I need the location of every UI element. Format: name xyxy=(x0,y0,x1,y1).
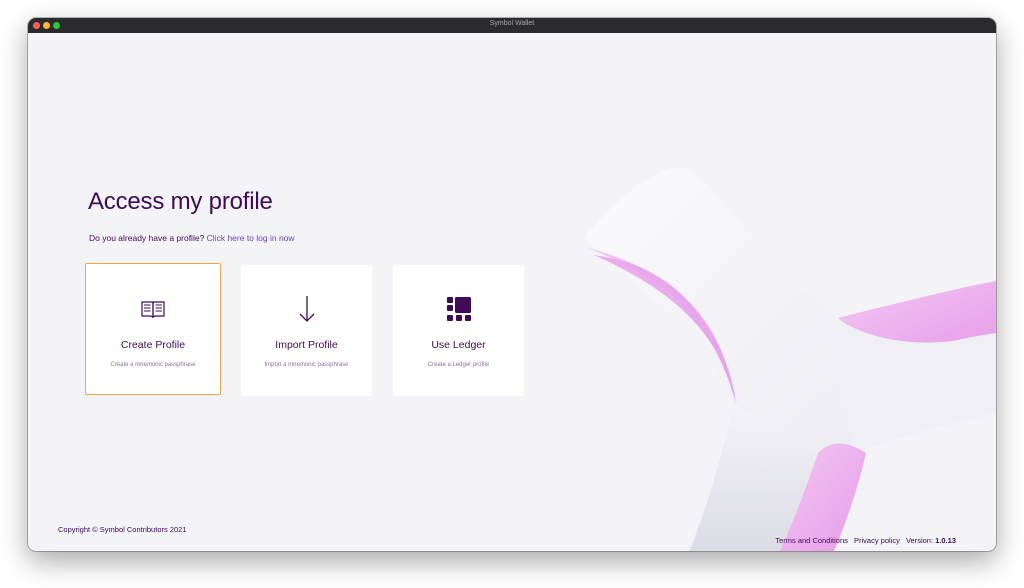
card-title: Import Profile xyxy=(275,339,338,351)
page-title: Access my profile xyxy=(88,188,273,215)
card-title: Use Ledger xyxy=(431,339,486,351)
login-prompt: Do you already have a profile? Click her… xyxy=(89,233,295,243)
create-profile-card[interactable]: Create Profile Create a mnemonic passphr… xyxy=(85,263,221,395)
login-link[interactable]: Click here to log in now xyxy=(207,233,295,243)
terms-link[interactable]: Terms and Conditions xyxy=(775,536,848,545)
card-description: Import a mnemonic passphrase xyxy=(264,362,349,368)
app-window: Symbol Wallet Access my profile Do you a… xyxy=(28,18,996,551)
card-description: Create a mnemonic passphrase xyxy=(110,362,196,368)
footer-links: Terms and Conditions Privacy policy Vers… xyxy=(771,536,956,545)
open-book-icon xyxy=(141,301,165,319)
arrow-down-icon xyxy=(299,296,314,322)
title-bar: Symbol Wallet xyxy=(28,18,996,33)
window-title: Symbol Wallet xyxy=(489,20,535,27)
card-title: Create Profile xyxy=(120,339,186,351)
login-prompt-text: Do you already have a profile? xyxy=(89,233,205,243)
ledger-device-icon xyxy=(446,297,471,321)
version-value: 1.0.13 xyxy=(935,536,956,545)
use-ledger-card[interactable]: Use Ledger Create a Ledger profile xyxy=(393,265,524,396)
copyright-text: Copyright © Symbol Contributors 2021 xyxy=(58,525,187,534)
main-content: Access my profile Do you already have a … xyxy=(28,33,996,551)
card-description: Create a Ledger profile xyxy=(427,362,490,368)
import-profile-card[interactable]: Import Profile Import a mnemonic passphr… xyxy=(241,265,372,396)
privacy-link[interactable]: Privacy policy xyxy=(854,536,900,545)
version-label: Version: xyxy=(905,536,934,545)
